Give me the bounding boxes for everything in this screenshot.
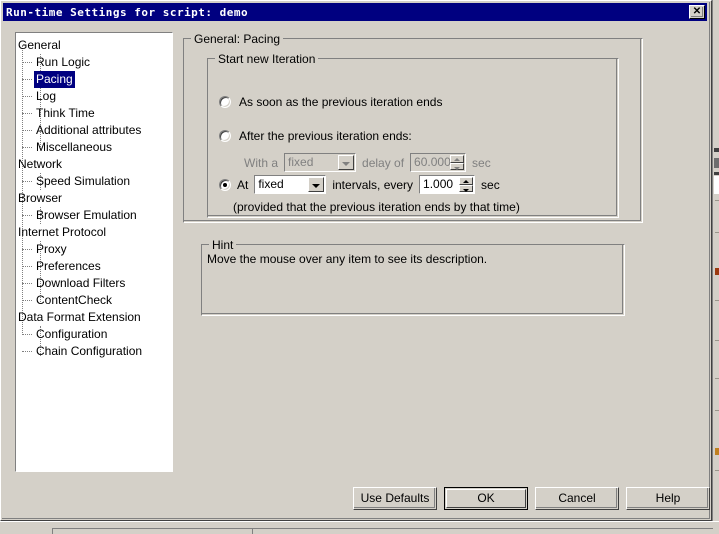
tree-item-label: Browser Emulation [36, 208, 137, 222]
after-middle-label: delay of [362, 155, 405, 170]
tree-item-label: Pacing [34, 71, 75, 88]
use-defaults-button-label: Use Defaults [360, 491, 430, 505]
spinner-up-icon[interactable] [450, 155, 465, 163]
radio-immediate-icon[interactable] [219, 96, 231, 108]
tree-item-browser-emulation[interactable]: Browser Emulation [16, 207, 172, 224]
start-new-iteration-group: Start new Iteration As soon as the previ… [207, 52, 619, 218]
dialog-button-bar: Use Defaults OK Cancel Help [353, 487, 710, 510]
tree-item-label: Internet Protocol [18, 225, 107, 239]
tree-item-preferences[interactable]: Preferences [16, 258, 172, 275]
chevron-down-icon[interactable] [308, 177, 325, 192]
after-delay-value: 60.000 [414, 155, 451, 169]
at-interval-spinner-buttons[interactable] [459, 177, 474, 192]
radio-immediate-label: As soon as the previous iteration ends [239, 95, 443, 109]
cancel-button-label: Cancel [558, 491, 596, 505]
close-button[interactable]: ✕ [689, 5, 705, 19]
tree-item-label: Log [36, 89, 57, 103]
at-interval-value: 1.000 [423, 177, 454, 191]
tree-item-internet-protocol[interactable]: Internet Protocol [16, 224, 172, 241]
tree-item-configuration[interactable]: Configuration [16, 326, 172, 343]
tree-item-label: ContentCheck [36, 293, 113, 307]
after-prefix-label: With a [244, 155, 279, 170]
background-window-right-sliver [712, 0, 719, 534]
background-window-bottom-strip [0, 521, 719, 534]
tree-item-miscellaneous[interactable]: Miscellaneous [16, 139, 172, 156]
tree-item-additional-attributes[interactable]: Additional attributes [16, 122, 172, 139]
settings-tree: General Run Logic Pacing Log Think Time … [16, 33, 172, 360]
at-interval-spinner[interactable]: 1.000 [419, 175, 476, 194]
radio-at-icon[interactable] [219, 178, 231, 191]
radio-at-label: At [237, 177, 249, 192]
at-note-text: (provided that the previous iteration en… [233, 200, 520, 214]
tree-item-label: Browser [18, 191, 63, 205]
tree-item-data-format-extension[interactable]: Data Format Extension [16, 309, 172, 326]
pacing-group-title: General: Pacing [191, 32, 284, 46]
tree-item-label: General [18, 38, 61, 52]
tree-item-label: Run Logic [36, 55, 91, 69]
tree-item-think-time[interactable]: Think Time [16, 105, 172, 122]
start-new-iteration-title: Start new Iteration [215, 52, 319, 66]
tree-item-run-logic[interactable]: Run Logic [16, 54, 172, 71]
after-distribution-dropdown[interactable]: fixed [284, 153, 357, 172]
window-title: Run-time Settings for script: demo [6, 5, 249, 19]
use-defaults-button[interactable]: Use Defaults [353, 487, 437, 510]
tree-item-general[interactable]: General [16, 37, 172, 54]
runtime-settings-dialog: Run-time Settings for script: demo ✕ Gen… [0, 0, 712, 521]
tree-item-label: Network [18, 157, 63, 171]
after-distribution-value: fixed [288, 155, 314, 169]
hint-text: Move the mouse over any item to see its … [207, 252, 488, 266]
settings-tree-panel[interactable]: General Run Logic Pacing Log Think Time … [15, 32, 173, 472]
after-delay-controls: With a fixed delay of 60.000 sec [244, 153, 491, 172]
close-icon: ✕ [692, 6, 702, 17]
at-distribution-value: fixed [258, 177, 284, 191]
tree-item-label: Data Format Extension [18, 310, 141, 324]
cancel-button[interactable]: Cancel [535, 487, 619, 510]
at-distribution-dropdown[interactable]: fixed [254, 175, 327, 194]
screen: Run-time Settings for script: demo ✕ Gen… [0, 0, 719, 534]
ok-button-label: OK [477, 491, 495, 505]
hint-group-title: Hint [209, 238, 237, 252]
after-unit-label: sec [472, 155, 491, 170]
help-button-label: Help [655, 491, 681, 505]
spinner-down-icon[interactable] [459, 184, 474, 192]
radio-option-after[interactable]: After the previous iteration ends: [219, 129, 412, 143]
radio-after-label: After the previous iteration ends: [239, 129, 412, 143]
chevron-down-icon[interactable] [338, 155, 355, 170]
tree-item-label: Think Time [36, 106, 95, 120]
tree-item-label: Download Filters [36, 276, 126, 290]
tree-item-chain-configuration[interactable]: Chain Configuration [16, 343, 172, 360]
at-unit-label: sec [481, 177, 500, 192]
tree-item-download-filters[interactable]: Download Filters [16, 275, 172, 292]
after-delay-spinner[interactable]: 60.000 [410, 153, 467, 172]
tree-item-pacing[interactable]: Pacing [16, 71, 172, 88]
tree-item-label: Miscellaneous [36, 140, 113, 154]
ok-button[interactable]: OK [444, 487, 528, 510]
radio-after-icon[interactable] [219, 130, 231, 142]
tree-item-label: Proxy [36, 242, 67, 256]
tree-item-label: Additional attributes [36, 123, 142, 137]
radio-option-immediate[interactable]: As soon as the previous iteration ends [219, 95, 442, 109]
tree-item-network[interactable]: Network [16, 156, 172, 173]
at-middle-label: intervals, every [332, 177, 414, 192]
spinner-down-icon[interactable] [450, 162, 465, 170]
spinner-up-icon[interactable] [459, 177, 474, 185]
tree-item-browser[interactable]: Browser [16, 190, 172, 207]
tree-item-proxy[interactable]: Proxy [16, 241, 172, 258]
tree-item-contentcheck[interactable]: ContentCheck [16, 292, 172, 309]
help-button[interactable]: Help [626, 487, 710, 510]
tree-item-log[interactable]: Log [16, 88, 172, 105]
title-bar: Run-time Settings for script: demo ✕ [3, 3, 707, 21]
tree-item-label: Chain Configuration [36, 344, 143, 358]
tree-item-label: Preferences [36, 259, 101, 273]
after-delay-spinner-buttons[interactable] [450, 155, 465, 170]
tree-item-label: Configuration [36, 327, 108, 341]
radio-option-at-row[interactable]: At fixed intervals, every 1.000 sec [219, 175, 500, 194]
tree-item-label: Speed Simulation [36, 174, 131, 188]
hint-group: Hint Move the mouse over any item to see… [201, 238, 625, 316]
tree-item-speed-simulation[interactable]: Speed Simulation [16, 173, 172, 190]
